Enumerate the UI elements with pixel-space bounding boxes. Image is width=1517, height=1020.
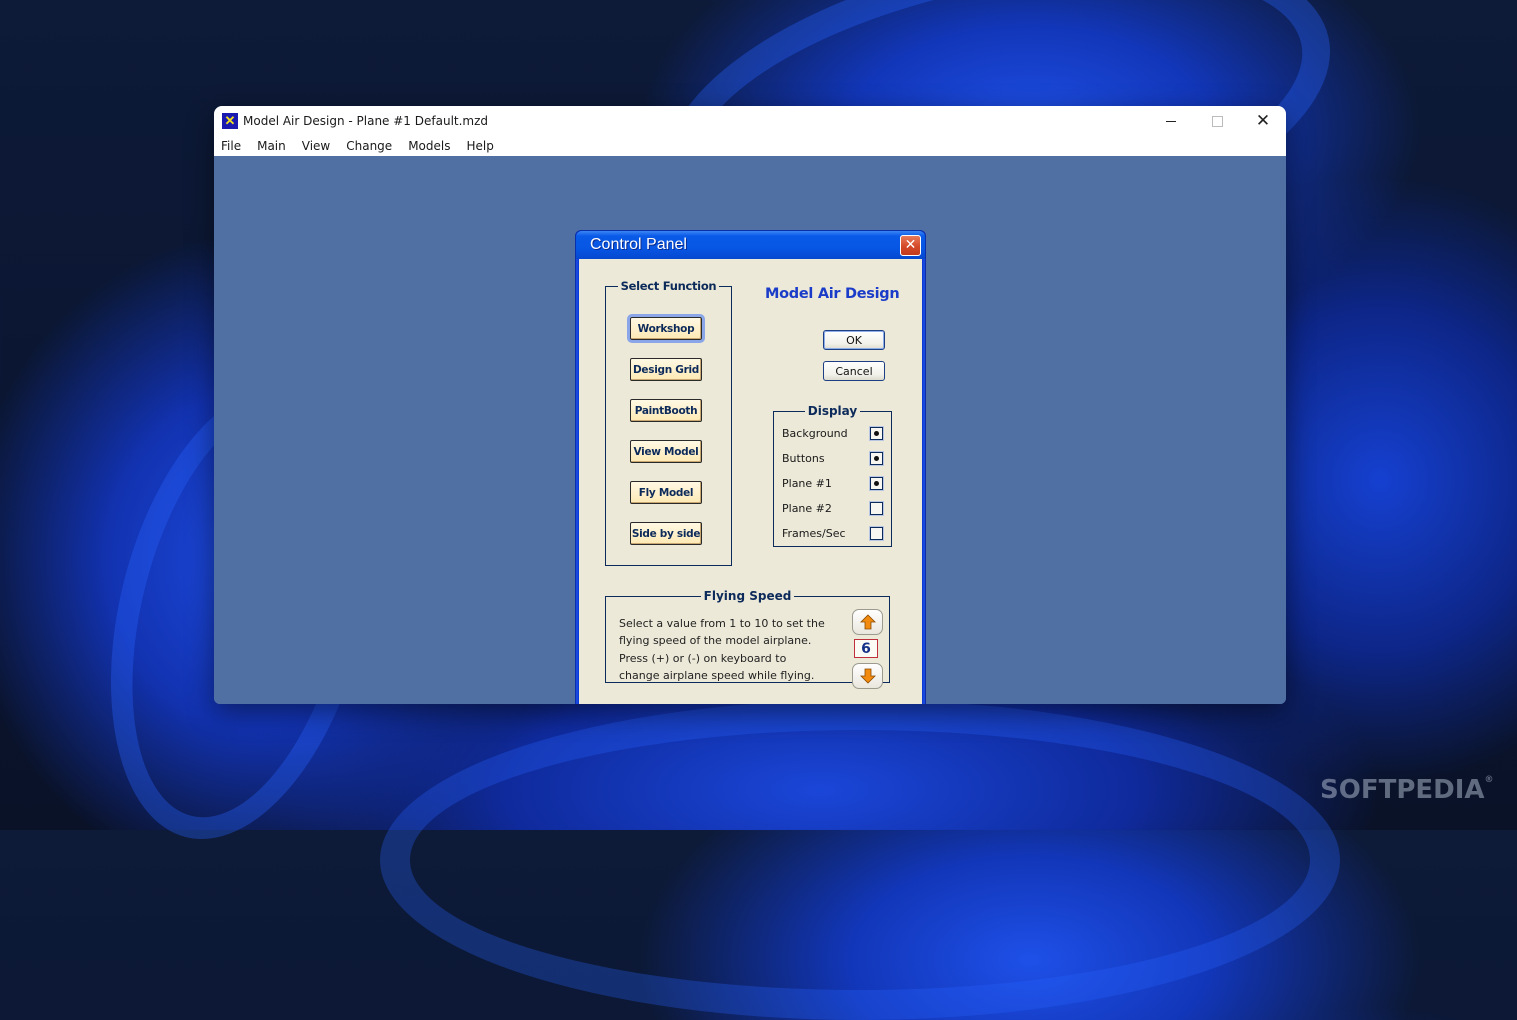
- title-bar: ✕ Model Air Design - Plane #1 Default.mz…: [214, 106, 1286, 136]
- speed-up-button[interactable]: [852, 609, 883, 635]
- dialog-body: Select Function Workshop Design Grid Pai…: [579, 259, 922, 704]
- close-icon: ✕: [904, 237, 917, 253]
- dialog-title-bar[interactable]: Control Panel ✕: [576, 231, 925, 259]
- close-icon: ✕: [1255, 111, 1271, 131]
- flying-speed-legend: Flying Speed: [703, 589, 792, 603]
- display-option-label: Plane #1: [782, 476, 832, 490]
- minimize-icon: [1166, 120, 1176, 122]
- side-by-side-button[interactable]: Side by side: [630, 522, 702, 545]
- app-window: ✕ Model Air Design - Plane #1 Default.mz…: [214, 106, 1286, 704]
- display-option-label: Frames/Sec: [782, 526, 846, 540]
- select-function-group: Select Function Workshop Design Grid Pai…: [605, 279, 732, 566]
- maximize-icon: [1211, 115, 1223, 127]
- flying-speed-description: Select a value from 1 to 10 to set the f…: [619, 615, 847, 684]
- dialog-title: Control Panel: [590, 236, 687, 253]
- workshop-button[interactable]: Workshop: [627, 314, 705, 343]
- dialog-close-button[interactable]: ✕: [900, 235, 921, 256]
- wallpaper-swirl: [380, 700, 1340, 1020]
- ok-button[interactable]: OK: [823, 330, 885, 350]
- buttons-checkbox[interactable]: [870, 451, 883, 465]
- menu-file[interactable]: File: [220, 139, 242, 153]
- menu-main[interactable]: Main: [256, 139, 287, 153]
- description-line: Press (+) or (-) on keyboard to: [619, 651, 787, 665]
- display-option-plane-1: Plane #1: [782, 475, 883, 491]
- cancel-button[interactable]: Cancel: [823, 361, 885, 381]
- display-option-plane-2: Plane #2: [782, 500, 883, 516]
- speed-down-button[interactable]: [852, 663, 883, 689]
- display-option-label: Background: [782, 426, 848, 440]
- control-panel-dialog: Control Panel ✕ Select Function Workshop…: [575, 230, 926, 704]
- display-option-label: Plane #2: [782, 501, 832, 515]
- display-option-frames-sec: Frames/Sec: [782, 525, 883, 541]
- app-icon: ✕: [222, 113, 238, 129]
- arrow-down-icon: [859, 668, 876, 684]
- menu-change[interactable]: Change: [345, 139, 393, 153]
- design-grid-button[interactable]: Design Grid: [630, 358, 702, 381]
- close-button[interactable]: ✕: [1240, 106, 1286, 136]
- minimize-button[interactable]: [1148, 106, 1194, 136]
- softpedia-watermark: SOFTPEDIA®: [1320, 775, 1494, 805]
- maximize-button[interactable]: [1194, 106, 1240, 136]
- flying-speed-group: Flying Speed Select a value from 1 to 10…: [605, 589, 890, 689]
- display-option-background: Background: [782, 425, 883, 441]
- frames-sec-checkbox[interactable]: [870, 526, 883, 540]
- plane-2-checkbox[interactable]: [870, 501, 883, 515]
- arrow-up-icon: [859, 614, 876, 630]
- menu-view[interactable]: View: [301, 139, 331, 153]
- menu-bar: File Main View Change Models Help: [214, 136, 1286, 156]
- display-legend: Display: [807, 404, 858, 418]
- menu-models[interactable]: Models: [407, 139, 451, 153]
- display-option-label: Buttons: [782, 451, 825, 465]
- display-group: Display Background Buttons Plane #1 Plan…: [773, 404, 892, 547]
- description-line: change airplane speed while flying.: [619, 668, 815, 682]
- menu-help[interactable]: Help: [465, 139, 494, 153]
- brand-label: Model Air Design: [765, 286, 900, 302]
- client-area: Control Panel ✕ Select Function Workshop…: [214, 156, 1286, 704]
- speed-value: 6: [854, 639, 878, 658]
- description-line: Select a value from 1 to 10 to set the: [619, 617, 825, 630]
- window-title: Model Air Design - Plane #1 Default.mzd: [243, 114, 489, 128]
- description-line: flying speed of the model airplane.: [619, 634, 812, 648]
- fly-model-button[interactable]: Fly Model: [630, 481, 702, 504]
- paint-booth-button[interactable]: PaintBooth: [630, 399, 702, 422]
- display-option-buttons: Buttons: [782, 450, 883, 466]
- select-function-legend: Select Function: [620, 279, 717, 293]
- plane-1-checkbox[interactable]: [870, 476, 883, 490]
- background-checkbox[interactable]: [870, 426, 883, 440]
- view-model-button[interactable]: View Model: [630, 440, 702, 463]
